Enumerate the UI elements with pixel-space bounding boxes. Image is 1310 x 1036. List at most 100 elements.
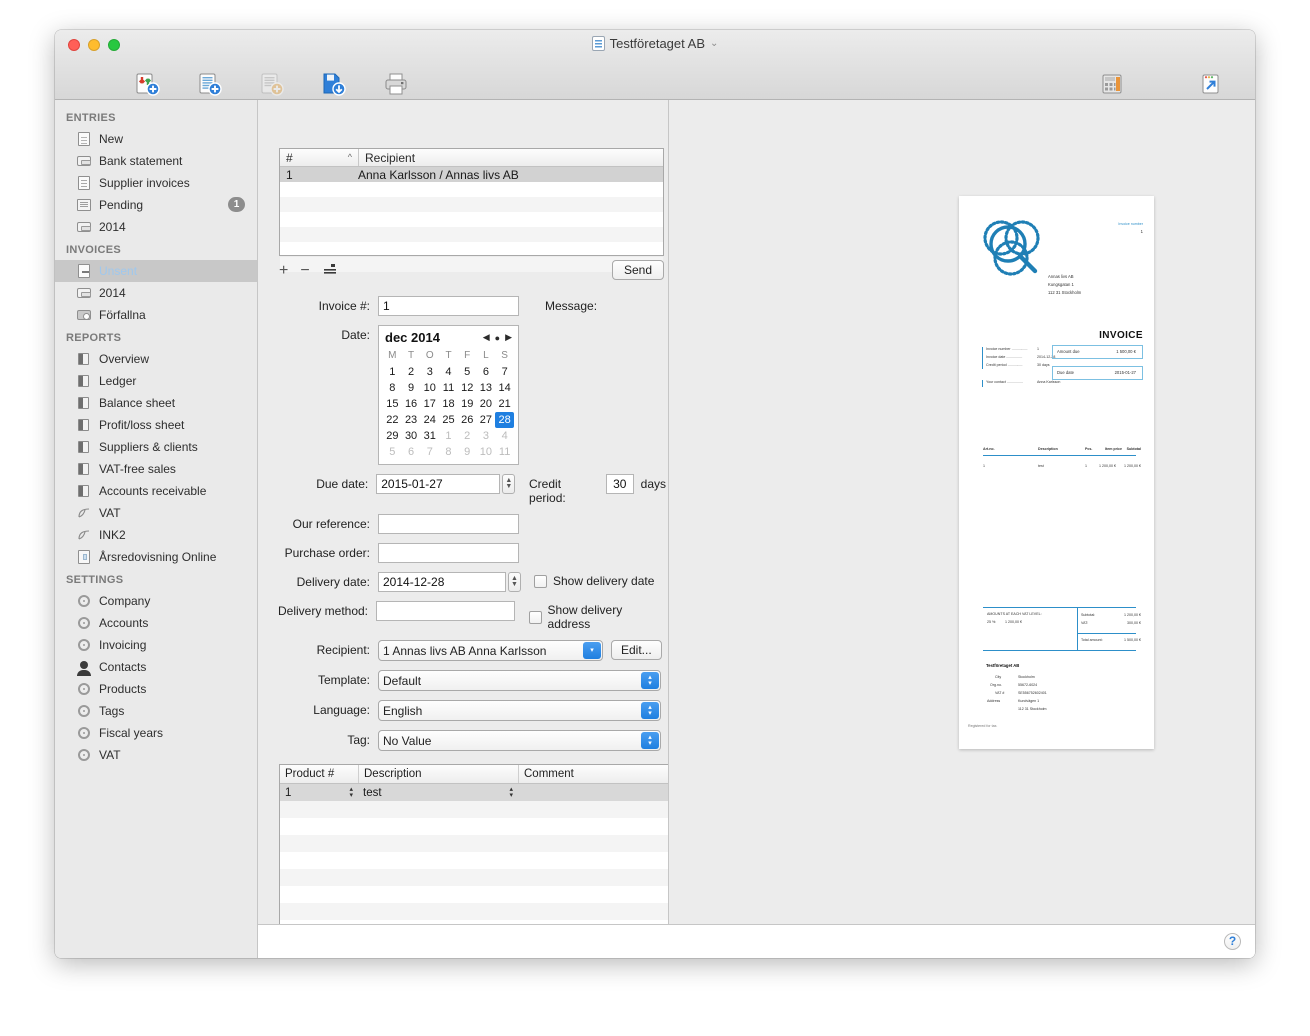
calendar-day[interactable]: 24 <box>420 412 439 428</box>
chevron-down-icon[interactable]: ▾ <box>583 642 601 659</box>
calendar-day[interactable]: 29 <box>383 428 402 444</box>
stepper-chevrons-icon[interactable]: ▴ ▾ <box>641 732 659 749</box>
sidebar-item-unsent[interactable]: Unsent <box>55 260 257 282</box>
calendar-day[interactable]: 5 <box>383 444 402 460</box>
calendar-day[interactable]: 14 <box>495 380 514 396</box>
stepper-chevrons-icon[interactable]: ▴ ▾ <box>641 702 659 719</box>
calendar-day[interactable]: 31 <box>420 428 439 444</box>
column-header-number[interactable]: # ^ <box>280 149 358 166</box>
table-row[interactable]: 1 Anna Karlsson / Annas livs AB <box>280 167 663 182</box>
delivery-method-input[interactable] <box>376 601 515 621</box>
calendar-day[interactable]: 2 <box>458 428 477 444</box>
calendar-day[interactable]: 21 <box>495 396 514 412</box>
calendar-day[interactable]: 15 <box>383 396 402 412</box>
calendar-day[interactable]: 8 <box>383 380 402 396</box>
sidebar-item-suppliers-clients[interactable]: Suppliers & clients <box>55 436 257 458</box>
invoice-number-input[interactable]: 1 <box>378 296 519 316</box>
calendar-day[interactable]: 23 <box>402 412 421 428</box>
sidebar-item-ink2[interactable]: INK2 <box>55 524 257 546</box>
calendar-day[interactable]: 7 <box>495 364 514 380</box>
sidebar-item-ledger[interactable]: Ledger <box>55 370 257 392</box>
template-select[interactable]: Default ▴ ▾ <box>378 670 661 691</box>
show-delivery-address-checkbox[interactable] <box>528 610 542 624</box>
our-reference-input[interactable] <box>378 514 519 534</box>
send-button[interactable]: Send <box>611 260 664 280</box>
calendar-day[interactable]: 6 <box>477 364 496 380</box>
calendar-day[interactable]: 2 <box>402 364 421 380</box>
recipient-list[interactable]: # ^ Recipient 1 Anna Karlsson / Annas li… <box>279 148 664 272</box>
list-options-icon[interactable] <box>322 262 338 280</box>
delivery-date-input[interactable]: 2014-12-28 <box>378 572 506 592</box>
calendar-day[interactable]: 11 <box>495 444 514 460</box>
calendar-day[interactable]: 9 <box>402 380 421 396</box>
calendar-day[interactable]: 10 <box>420 380 439 396</box>
sidebar-item-fiscal-years[interactable]: Fiscal years <box>55 722 257 744</box>
calendar-day[interactable]: 26 <box>458 412 477 428</box>
calendar-day[interactable]: 16 <box>402 396 421 412</box>
sidebar-item-vat-settings[interactable]: VAT <box>55 744 257 766</box>
calendar-day[interactable]: 4 <box>439 364 458 380</box>
sidebar-item-invoices-2014[interactable]: 2014 <box>55 282 257 304</box>
sidebar-item-company[interactable]: Company <box>55 590 257 612</box>
sidebar-item-entries-2014[interactable]: 2014 <box>55 216 257 238</box>
credit-period-input[interactable]: 30 <box>605 474 634 494</box>
sidebar-item-pending[interactable]: Pending 1 <box>55 194 257 216</box>
calendar-day[interactable]: 9 <box>458 444 477 460</box>
calendar-day[interactable]: 27 <box>477 412 496 428</box>
calendar-day[interactable]: 4 <box>495 428 514 444</box>
calendar-day[interactable]: 1 <box>439 428 458 444</box>
sidebar[interactable]: ENTRIES New Bank statement Supplier invo… <box>55 100 258 958</box>
calendar-day[interactable]: 3 <box>420 364 439 380</box>
help-button[interactable]: ? <box>1224 933 1241 950</box>
chevron-down-icon[interactable]: ⌄ <box>710 38 718 49</box>
calendar-day[interactable]: 6 <box>402 444 421 460</box>
sidebar-item-forfallna[interactable]: Förfallna <box>55 304 257 326</box>
purchase-order-input[interactable] <box>378 543 519 563</box>
sidebar-item-new[interactable]: New <box>55 128 257 150</box>
sidebar-item-bank-statement[interactable]: Bank statement <box>55 150 257 172</box>
sidebar-item-overview[interactable]: Overview <box>55 348 257 370</box>
sidebar-item-contacts[interactable]: Contacts <box>55 656 257 678</box>
language-select[interactable]: English ▴ ▾ <box>378 700 661 721</box>
sidebar-item-accounts[interactable]: Accounts <box>55 612 257 634</box>
calendar-day[interactable]: 18 <box>439 396 458 412</box>
calendar-day[interactable]: 28 <box>495 412 514 428</box>
show-delivery-date-checkbox[interactable] <box>534 574 547 588</box>
today-dot-icon[interactable]: ● <box>495 333 500 343</box>
calendar-day[interactable]: 5 <box>458 364 477 380</box>
column-header-product[interactable]: Product # <box>280 765 358 783</box>
recipient-select[interactable]: 1 Annas livs AB Anna Karlsson ▾ <box>378 640 603 661</box>
date-picker-calendar[interactable]: dec 2014 ◀ ● ▶ M T O T F L S 1 2 3 4 5 6… <box>378 325 519 465</box>
calendar-day[interactable]: 30 <box>402 428 421 444</box>
due-date-stepper[interactable]: ▲ ▼ <box>502 474 516 494</box>
calendar-days-grid[interactable]: 1 2 3 4 5 6 7 8 9 10 11 12 13 14 15 16 17 18 19 20 21 22 23 24 2… <box>383 364 514 460</box>
sidebar-item-balance-sheet[interactable]: Balance sheet <box>55 392 257 414</box>
calendar-day[interactable]: 25 <box>439 412 458 428</box>
calendar-day[interactable]: 10 <box>477 444 496 460</box>
sidebar-item-accounts-receivable[interactable]: Accounts receivable <box>55 480 257 502</box>
calendar-day[interactable]: 11 <box>439 380 458 396</box>
calendar-day[interactable]: 17 <box>420 396 439 412</box>
column-header-recipient[interactable]: Recipient <box>358 149 663 166</box>
sidebar-item-arsredovisning-online[interactable]: Årsredovisning Online <box>55 546 257 568</box>
due-date-input[interactable]: 2015-01-27 <box>376 474 501 494</box>
calendar-day[interactable]: 20 <box>477 396 496 412</box>
next-month-icon[interactable]: ▶ <box>505 332 512 343</box>
invoice-document[interactable]: Invoice number 1 Annas livs AB Kungsgata… <box>959 196 1154 749</box>
product-stepper-icon[interactable]: ▴ ▾ <box>349 786 353 799</box>
calendar-day[interactable]: 3 <box>477 428 496 444</box>
delivery-date-stepper[interactable]: ▲ ▼ <box>508 572 521 592</box>
calendar-day[interactable]: 22 <box>383 412 402 428</box>
calendar-day[interactable]: 8 <box>439 444 458 460</box>
calendar-day[interactable]: 1 <box>383 364 402 380</box>
description-stepper-icon[interactable]: ▴ ▾ <box>509 786 513 799</box>
prev-month-icon[interactable]: ◀ <box>483 332 490 343</box>
sidebar-item-products[interactable]: Products <box>55 678 257 700</box>
sidebar-item-vat-free-sales[interactable]: VAT-free sales <box>55 458 257 480</box>
sidebar-item-invoicing[interactable]: Invoicing <box>55 634 257 656</box>
column-header-description[interactable]: Description <box>358 765 518 783</box>
calendar-day[interactable]: 13 <box>477 380 496 396</box>
sidebar-item-supplier-invoices[interactable]: Supplier invoices <box>55 172 257 194</box>
add-recipient-button[interactable]: + <box>279 263 288 279</box>
sidebar-item-tags[interactable]: Tags <box>55 700 257 722</box>
